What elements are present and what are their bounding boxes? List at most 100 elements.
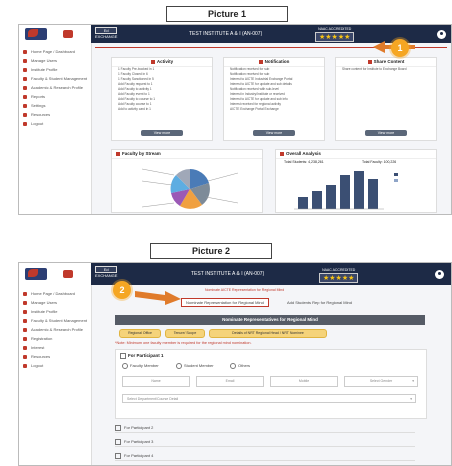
user-avatar-icon[interactable] (437, 30, 446, 39)
sidebar-item-dashboard[interactable]: Home Page / Dashboard (19, 47, 91, 56)
sidebar-item-label: Institute Profile (31, 309, 58, 314)
name-field[interactable]: Name (122, 376, 190, 387)
notification-card: Notification Notification received for s… (223, 57, 325, 141)
sidebar-item-profile[interactable]: Institute Profile (19, 307, 91, 316)
bird-logo-icon (28, 269, 38, 277)
share-view-more-button[interactable]: View more (365, 130, 407, 136)
rating-stars: NAAC ACCREDITED ★★★★★ (315, 27, 355, 42)
total-faculty-stat: Total Faculty: 100,226 (362, 160, 397, 164)
notification-icon (258, 59, 263, 64)
email-field[interactable]: Email (196, 376, 264, 387)
radio-others[interactable]: Others (230, 363, 250, 369)
sidebar-item-profile[interactable]: Institute Profile (19, 65, 91, 74)
dashboard-icon (23, 292, 27, 296)
resources-icon (23, 113, 27, 117)
activity-view-more-button[interactable]: View more (141, 130, 183, 136)
regional-office-chip[interactable]: Regional Office (119, 329, 161, 338)
sidebar-item-faculty[interactable]: Faculty & Student Management (19, 316, 91, 325)
tab-add-students[interactable]: Add Students Rep for Regional Mind (287, 300, 352, 305)
mobile-field[interactable]: Mobile (270, 376, 338, 387)
resources-icon (23, 355, 27, 359)
radio-circle-icon (230, 363, 236, 369)
users-icon (23, 301, 27, 305)
sidebar-item-label: Manage Users (31, 58, 58, 63)
sidebar: Home Page / Dashboard Manage Users Insti… (19, 285, 92, 465)
sidebar-item-faculty[interactable]: Faculty & Student Management (19, 74, 91, 83)
radio-faculty-member[interactable]: Faculty Member (122, 363, 159, 369)
emblem-icon (63, 30, 73, 38)
participant-4-label: For Participant 4 (124, 453, 154, 458)
notification-view-more-button[interactable]: View more (253, 130, 295, 136)
bird-logo-icon (28, 29, 38, 37)
settings-icon (23, 104, 27, 108)
sidebar-item-label: Academic & Research Profile (31, 85, 84, 90)
top-navbar: Ed EXCHANGE TEST INSTITUTE A & I (AN-007… (19, 263, 451, 285)
sidebar-item-users[interactable]: Manage Users (19, 56, 91, 65)
location-icon (23, 364, 27, 368)
radio-student-member[interactable]: Student Member (176, 363, 214, 369)
exchange-switcher[interactable]: Ed EXCHANGE (95, 27, 118, 39)
participant-1-checkbox[interactable] (120, 353, 126, 359)
minimum-note: *Note: Minimum one faculty member is req… (115, 341, 252, 345)
overall-analysis-panel: Overall Analysis Total Students: 4,238,2… (275, 149, 437, 213)
share-content-card: Share Content Share content for Institut… (335, 57, 437, 141)
checkbox-icon (115, 438, 121, 445)
tenure-scope-chip[interactable]: Tenure/ Scope (165, 329, 205, 338)
sidebar-item-settings[interactable]: Settings (19, 101, 91, 110)
activity-card: Activity 1 Faculty Pre-booked in 1 1 Fac… (111, 57, 213, 141)
sidebar-item-label: Institute Profile (31, 67, 58, 72)
participant-1-label: For Participant 1 (120, 353, 164, 359)
participant-4-row[interactable]: For Participant 4 (115, 451, 415, 461)
brand-area[interactable] (19, 25, 91, 43)
bar-title: Overall Analysis (276, 150, 436, 159)
exchange-subtitle: EXCHANGE (95, 34, 118, 39)
exchange-box: Ed (95, 27, 118, 34)
user-avatar-icon[interactable] (435, 270, 444, 279)
chevron-down-icon: ▾ (410, 397, 412, 401)
star-icons: ★★★★★ (319, 34, 351, 41)
sidebar-item-dashboard[interactable]: Home Page / Dashboard (19, 289, 91, 298)
sidebar-item-interest[interactable]: Interest (19, 343, 91, 352)
sidebar-item-label: Settings (31, 103, 46, 108)
participant-3-row[interactable]: For Participant 3 (115, 437, 415, 447)
activity-line: Add to activity card in 1 (118, 107, 151, 111)
sidebar-item-label: Resources (31, 112, 51, 117)
participant-1-form: For Participant 1 Faculty Member Student… (115, 349, 427, 419)
screenshot-1: Ed EXCHANGE TEST INSTITUTE A & I (AN-007… (18, 24, 452, 215)
sidebar-item-resources[interactable]: Resources (19, 110, 91, 119)
sidebar-item-academic[interactable]: Academic & Research Profile (19, 325, 91, 334)
activity-icon (150, 59, 155, 64)
sidebar-item-users[interactable]: Manage Users (19, 298, 91, 307)
notification-card-title: Notification (224, 58, 324, 67)
details-nrt-chip[interactable]: Details of NRT Regional Head / NRT Nomin… (209, 329, 327, 338)
sidebar-item-label: Interest (31, 345, 45, 350)
sidebar-item-label: Resources (31, 354, 51, 359)
participant-2-row[interactable]: For Participant 2 (115, 423, 415, 433)
star-icons: ★★★★★ (323, 275, 355, 282)
logout-icon (23, 122, 27, 126)
gender-select-label: Select Gender (369, 379, 393, 383)
brand-area[interactable] (19, 263, 91, 285)
rating-caption: NAAC ACCREDITED (322, 268, 356, 272)
academic-icon (23, 86, 27, 90)
sidebar-item-label: Home Page / Dashboard (31, 49, 76, 54)
department-select[interactable]: Select Department/Course Detail ▾ (122, 394, 416, 403)
sidebar-item-logout[interactable]: Logout (19, 119, 91, 128)
sidebar-item-label: Academic & Research Profile (31, 327, 84, 332)
radio-circle-icon (122, 363, 128, 369)
sidebar-item-logout[interactable]: Logout (19, 361, 91, 370)
institute-title: TEST INSTITUTE A & I (AN-007) (189, 31, 263, 37)
gender-select[interactable]: Select Gender ▾ (344, 376, 418, 387)
exchange-switcher[interactable]: Ed EXCHANGE (95, 266, 118, 278)
screenshot-2: Ed EXCHANGE TEST INSTITUTE A & I (AN-007… (18, 262, 452, 466)
sidebar-item-academic[interactable]: Academic & Research Profile (19, 83, 91, 92)
dashboard-icon (23, 50, 27, 54)
participant-3-label: For Participant 3 (124, 439, 154, 444)
sidebar-item-registration[interactable]: Registration (19, 334, 91, 343)
sidebar-item-label: Faculty & Student Management (31, 318, 88, 323)
department-select-label: Select Department/Course Detail (127, 397, 179, 401)
sidebar-item-resources[interactable]: Resources (19, 352, 91, 361)
checkbox-icon (115, 452, 121, 459)
tab-nominate-representation[interactable]: Nominate Representation for Regional Min… (181, 298, 269, 307)
sidebar-item-reports[interactable]: Reports (19, 92, 91, 101)
